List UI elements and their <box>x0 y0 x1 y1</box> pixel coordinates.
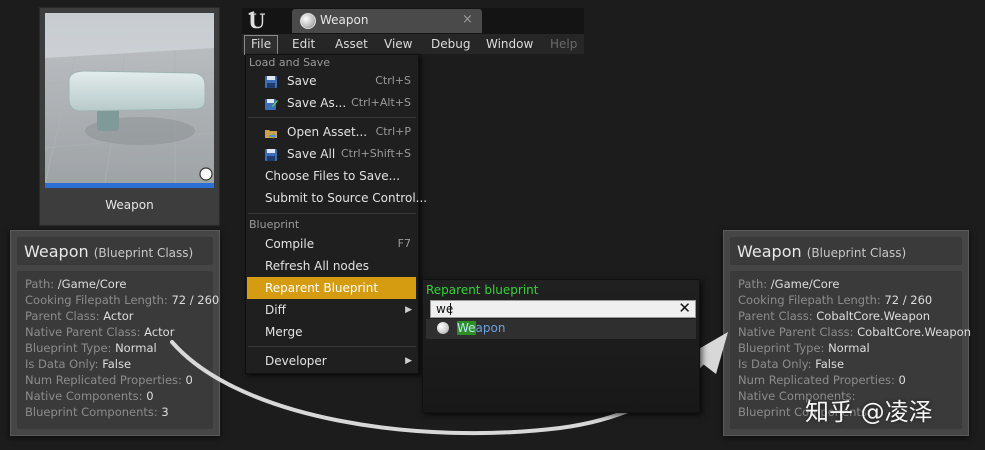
menu-file[interactable]: File <box>244 35 279 55</box>
floppy-disk-icon <box>264 74 278 88</box>
menu-item-diff[interactable]: Diff ▶ <box>247 299 416 321</box>
section-blueprint: Blueprint <box>249 218 300 231</box>
submenu-arrow-icon: ▶ <box>405 305 412 315</box>
menu-divider <box>248 213 416 214</box>
menu-item-open-asset[interactable]: Open Asset... Ctrl+P <box>247 121 416 143</box>
menu-item-label: Save As... <box>287 96 347 110</box>
menu-item-label: Save <box>287 74 317 88</box>
menu-item-compile[interactable]: Compile F7 <box>247 233 416 255</box>
menu-item-submit-source-control[interactable]: Submit to Source Control... <box>247 187 427 209</box>
menu-item-label: Submit to Source Control... <box>265 191 428 205</box>
menu-item-label: Diff <box>265 303 286 317</box>
menu-item-label: Choose Files to Save... <box>265 169 401 183</box>
tab-label: Weapon <box>320 13 369 27</box>
shortcut: Ctrl+P <box>375 125 411 138</box>
class-list-item-weapon[interactable]: Weapon <box>426 319 696 339</box>
menu-item-merge[interactable]: Merge <box>247 321 416 343</box>
menu-window[interactable]: Window <box>480 35 539 53</box>
search-match-highlight: We <box>457 321 476 335</box>
menu-item-label: Open Asset... <box>287 125 368 139</box>
menu-bar: File Edit Asset View Debug Window Help <box>242 34 584 55</box>
menu-item-save-as[interactable]: Save As... Ctrl+Alt+S <box>247 92 416 114</box>
menu-item-save[interactable]: Save Ctrl+S <box>247 70 416 92</box>
menu-divider <box>248 117 416 118</box>
floppy-edit-icon <box>264 96 278 110</box>
menu-edit[interactable]: Edit <box>286 35 321 53</box>
menu-item-label: Reparent Blueprint <box>265 281 379 295</box>
menu-view[interactable]: View <box>378 35 418 53</box>
menu-item-label: Compile <box>265 237 315 251</box>
menu-debug[interactable]: Debug <box>425 35 476 53</box>
menu-help[interactable]: Help <box>544 35 583 53</box>
class-name-label: Weapon <box>457 321 506 335</box>
file-menu-dropdown: Load and Save Save Ctrl+S Save As... Ctr… <box>245 54 427 374</box>
floppy-disk-icon <box>264 147 278 161</box>
menu-asset[interactable]: Asset <box>329 35 374 53</box>
unreal-logo-icon[interactable]: U <box>245 8 271 34</box>
clear-search-icon[interactable]: ✕ <box>678 299 691 317</box>
blueprint-sphere-icon <box>437 322 449 334</box>
menu-item-label: Developer <box>265 354 327 368</box>
menu-item-choose-files[interactable]: Choose Files to Save... <box>247 165 416 187</box>
section-load-and-save: Load and Save <box>249 56 331 69</box>
menu-item-label: Save All <box>287 147 336 161</box>
shortcut: Ctrl+Alt+S <box>351 96 411 109</box>
open-folder-icon <box>264 125 278 139</box>
class-search-input[interactable]: we ✕ <box>430 299 696 318</box>
text-cursor <box>450 303 451 315</box>
editor-tab-bar: U Weapon × <box>242 8 584 34</box>
shortcut: F7 <box>397 237 411 250</box>
menu-item-label: Merge <box>265 325 303 339</box>
shortcut: Ctrl+Shift+S <box>341 147 411 160</box>
shortcut: Ctrl+S <box>375 74 411 87</box>
tab-weapon[interactable]: Weapon × <box>292 9 482 33</box>
tab-close-icon[interactable]: × <box>462 12 473 27</box>
submenu-arrow-icon: ▶ <box>405 356 412 366</box>
popup-title: Reparent blueprint <box>426 283 539 297</box>
menu-item-developer[interactable]: Developer ▶ <box>247 350 416 372</box>
reparent-blueprint-popup: Reparent blueprint we ✕ Weapon <box>422 279 700 413</box>
watermark: 知乎 @凌泽 <box>805 398 933 426</box>
blueprint-sphere-icon <box>300 13 316 29</box>
menu-item-refresh-all-nodes[interactable]: Refresh All nodes <box>247 255 416 277</box>
menu-item-reparent-blueprint[interactable]: Reparent Blueprint <box>247 277 416 299</box>
menu-item-label: Refresh All nodes <box>265 259 370 273</box>
menu-divider <box>248 346 416 347</box>
menu-item-save-all[interactable]: Save All Ctrl+Shift+S <box>247 143 416 165</box>
